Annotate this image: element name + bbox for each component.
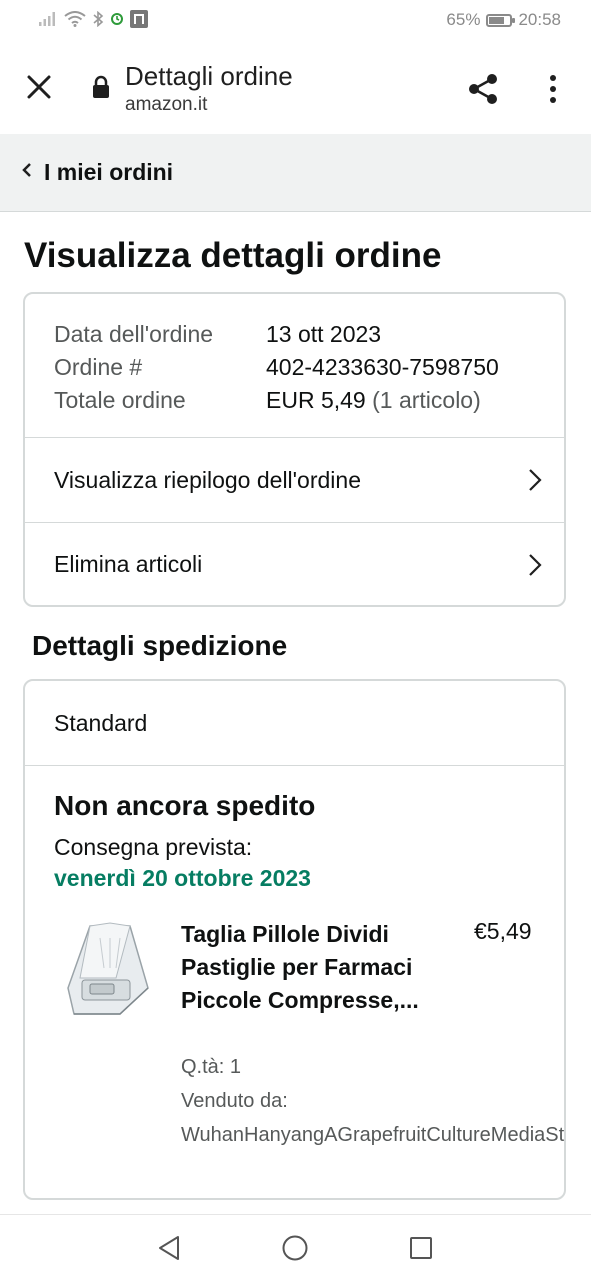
close-icon	[27, 75, 51, 99]
status-icons-left	[38, 10, 148, 33]
order-total-amount: EUR 5,49	[266, 387, 366, 413]
shipping-type: Standard	[25, 681, 564, 766]
expected-delivery-label: Consegna prevista:	[54, 834, 253, 860]
expected-delivery-date: venerdì 20 ottobre 2023	[54, 865, 311, 891]
chevron-right-icon	[529, 553, 542, 576]
order-number-value: 402-4233630-7598750	[266, 354, 499, 380]
order-info-card: Data dell'ordine 13 ott 2023 Ordine # 40…	[23, 292, 566, 607]
delete-items-label: Elimina articoli	[54, 551, 203, 577]
order-date-label: Data dell'ordine	[54, 321, 214, 347]
view-order-summary-label: Visualizza riepilogo dell'ordine	[54, 466, 361, 493]
order-total-label: Totale ordine	[54, 387, 186, 413]
chevron-right-icon	[529, 469, 542, 491]
order-total-row: Totale ordine EUR 5,49 (1 articolo)	[54, 384, 564, 417]
nav-back-button[interactable]	[154, 1233, 184, 1263]
order-number-row: Ordine # 402-4233630-7598750	[54, 351, 564, 384]
nav-home-button[interactable]	[280, 1233, 310, 1263]
product-image[interactable]	[60, 918, 160, 1028]
battery-icon	[486, 13, 516, 27]
seller-name[interactable]: WuhanHanyangAGrapefruitCultureMediaSt	[181, 1124, 564, 1147]
status-icons-right: 65% 20:58	[446, 10, 561, 30]
page-title: Visualizza dettagli ordine	[24, 236, 442, 275]
breadcrumb-label: I miei ordini	[44, 159, 174, 185]
more-options-button[interactable]	[540, 68, 566, 110]
bluetooth-icon	[92, 10, 104, 32]
browser-page-title: Dettagli ordine	[125, 61, 293, 91]
shipment: Non ancora spedito Consegna prevista: ve…	[25, 766, 564, 1164]
order-date-row: Data dell'ordine 13 ott 2023	[54, 318, 564, 351]
system-nav-bar	[0, 1214, 591, 1281]
shipping-section-title: Dettagli spedizione	[32, 630, 288, 661]
back-triangle-icon	[159, 1236, 179, 1260]
wifi-icon	[64, 11, 86, 32]
product-price: €5,49	[474, 918, 532, 944]
sync-icon	[110, 12, 124, 31]
breadcrumb[interactable]: I miei ordini	[0, 134, 591, 212]
delete-items-link[interactable]: Elimina articoli	[25, 522, 564, 605]
battery-percent: 65%	[446, 10, 481, 29]
page-title-area[interactable]: Dettagli ordine amazon.it	[125, 60, 293, 118]
view-order-summary-link[interactable]: Visualizza riepilogo dell'ordine	[25, 438, 564, 522]
lock-icon	[92, 75, 110, 104]
recents-square-icon	[410, 1237, 432, 1259]
product-quantity: Q.tà: 1	[181, 1056, 242, 1078]
browser-toolbar: Dettagli ordine amazon.it	[0, 42, 591, 136]
notification-app-icon	[130, 10, 148, 33]
order-info: Data dell'ordine 13 ott 2023 Ordine # 40…	[25, 294, 564, 438]
close-button[interactable]	[20, 68, 58, 106]
seller-label: Venduto da:	[181, 1090, 288, 1112]
more-vert-icon	[550, 75, 556, 103]
order-date-value: 13 ott 2023	[266, 321, 382, 347]
clock: 20:58	[518, 10, 561, 29]
product-item[interactable]: Taglia Pillole Dividi Pastiglie per Farm…	[54, 904, 564, 1164]
shipping-card: Standard Non ancora spedito Consegna pre…	[23, 679, 566, 1200]
signal-icon	[38, 11, 58, 32]
order-item-count: (1 articolo)	[372, 387, 481, 413]
product-title[interactable]: Taglia Pillole Dividi Pastiglie per Farm…	[181, 918, 441, 1017]
status-bar: 65% 20:58	[0, 0, 591, 42]
share-icon	[469, 74, 497, 104]
home-circle-icon	[282, 1235, 308, 1261]
chevron-left-icon	[22, 162, 32, 183]
shipment-status: Non ancora spedito	[54, 790, 316, 821]
nav-recents-button[interactable]	[406, 1233, 436, 1263]
share-button[interactable]	[462, 68, 504, 110]
order-total-value: EUR 5,49 (1 articolo)	[266, 384, 481, 417]
order-number-label: Ordine #	[54, 354, 143, 380]
browser-domain: amazon.it	[125, 94, 208, 115]
